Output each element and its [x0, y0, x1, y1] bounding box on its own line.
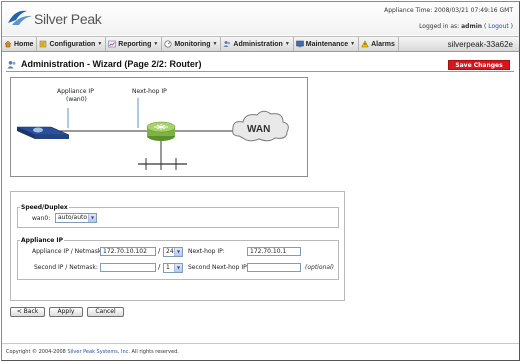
menu-configuration-label: Configuration	[49, 40, 96, 48]
next-hop-ip-input[interactable]: 172.70.10.1	[247, 247, 301, 256]
menu-maintenance[interactable]: Maintenance ▼	[294, 37, 360, 51]
menu-configuration[interactable]: Configuration ▼	[37, 37, 107, 51]
netmask-select[interactable]: 24 ▼	[163, 247, 183, 257]
title-divider	[6, 71, 514, 72]
apply-button[interactable]: Apply	[49, 307, 83, 317]
configuration-icon	[40, 40, 47, 48]
logo-swoosh-icon	[8, 10, 32, 25]
footer-divider	[2, 343, 519, 344]
wan0-speed-select[interactable]: auto/auto ▼	[55, 213, 97, 223]
copyright-suffix: All rights reserved.	[129, 349, 179, 355]
wan-label: WAN	[247, 124, 271, 135]
back-button[interactable]: < Back	[10, 307, 45, 317]
appliance-icon	[16, 126, 70, 139]
appliance-time: Appliance Time: 2008/03/21 07:49:16 GMT	[384, 7, 513, 14]
logout-link[interactable]: Logout	[488, 23, 509, 30]
appliance-ip-sublabel: (wan0)	[66, 96, 87, 103]
second-next-hop-ip-label: Second Next-hop IP:	[188, 264, 249, 271]
app-window: Silver Peak Appliance Time: 2008/03/21 0…	[1, 1, 520, 361]
next-hop-ip-label: Next-hop IP:	[188, 248, 225, 255]
home-icon	[4, 40, 12, 48]
menu-bar: Home Configuration ▼ Reporting ▼ Monitor…	[2, 36, 519, 52]
username: admin	[461, 23, 483, 30]
logged-in-prefix: Logged in as:	[419, 23, 462, 30]
copyright-prefix: Copyright © 2004-2008	[6, 349, 68, 355]
speed-duplex-legend: Speed/Duplex	[20, 204, 69, 211]
wan0-label: wan0:	[32, 215, 51, 222]
menu-home-label: Home	[14, 40, 34, 48]
second-ip-netmask-label: Second IP / Netmask:	[34, 264, 98, 271]
monitoring-icon	[164, 40, 172, 48]
menu-home[interactable]: Home	[2, 37, 38, 51]
router-icon	[146, 121, 176, 141]
menu-maintenance-label: Maintenance	[305, 40, 349, 48]
alarms-icon	[361, 40, 369, 48]
second-ip-input[interactable]	[100, 263, 156, 272]
wan0-speed-value: auto/auto	[58, 214, 88, 221]
network-diagram: Appliance IP (wan0) Next-hop IP WAN	[10, 77, 308, 177]
header: Silver Peak Appliance Time: 2008/03/21 0…	[2, 2, 519, 35]
chevron-down-icon: ▼	[350, 41, 356, 47]
second-netmask-value: 1	[166, 264, 170, 271]
administration-icon	[7, 61, 16, 69]
footer: Copyright © 2004-2008 Silver Peak System…	[6, 349, 179, 355]
logged-in-status: Logged in as: admin ( Logout )	[419, 23, 513, 30]
appliance-ip-legend: Appliance IP	[20, 237, 65, 244]
chevron-down-icon[interactable]: ▼	[174, 264, 182, 272]
second-netmask-separator: /	[158, 263, 161, 271]
menu-monitoring[interactable]: Monitoring ▼	[162, 37, 222, 51]
next-hop-ip-label: Next-hop IP	[132, 88, 167, 95]
chevron-down-icon: ▼	[153, 41, 159, 47]
second-netmask-select[interactable]: 1 ▼	[163, 263, 183, 273]
netmask-separator: /	[158, 247, 161, 255]
menu-reporting-label: Reporting	[118, 40, 152, 48]
brand-name: Silver Peak	[34, 11, 102, 27]
reporting-icon	[108, 40, 117, 48]
company-link[interactable]: Silver Peak Systems, Inc.	[67, 349, 130, 355]
cancel-button[interactable]: Cancel	[87, 307, 124, 317]
menu-reporting[interactable]: Reporting ▼	[106, 37, 163, 51]
chevron-down-icon: ▼	[97, 41, 103, 47]
wizard-form: Speed/Duplex wan0: auto/auto ▼ Appliance…	[10, 191, 345, 301]
appliance-ip-label: Appliance IP	[57, 88, 94, 95]
save-changes-button[interactable]: Save Changes	[448, 60, 510, 70]
netmask-value: 24	[166, 248, 174, 255]
chevron-down-icon[interactable]: ▼	[88, 214, 96, 222]
appliance-ip-netmask-label: Appliance IP / Netmask:	[32, 248, 104, 255]
menu-alarms-label: Alarms	[371, 40, 395, 48]
menu-alarms[interactable]: Alarms	[359, 37, 399, 51]
appliance-ip-input[interactable]: 172.70.10.102	[100, 247, 156, 256]
menu-administration-label: Administration	[233, 40, 283, 48]
maintenance-icon	[296, 40, 304, 48]
chevron-down-icon: ▼	[212, 41, 218, 47]
hostname: silverpeak-33a62e	[447, 40, 513, 49]
title-row: Administration - Wizard (Page 2/2: Route…	[2, 57, 519, 73]
page-title: Administration - Wizard (Page 2/2: Route…	[21, 59, 202, 69]
menu-administration[interactable]: Administration ▼	[221, 37, 294, 51]
chevron-down-icon[interactable]: ▼	[174, 248, 182, 256]
appliance-ip-fieldset	[17, 240, 339, 280]
optional-hint: (optional)	[305, 264, 334, 271]
administration-icon	[223, 41, 231, 47]
menu-monitoring-label: Monitoring	[174, 40, 211, 48]
logout-suffix: )	[508, 23, 513, 30]
second-next-hop-ip-input[interactable]	[247, 263, 301, 272]
silver-peak-logo[interactable]: Silver Peak	[6, 6, 136, 28]
chevron-down-icon: ▼	[284, 41, 290, 47]
